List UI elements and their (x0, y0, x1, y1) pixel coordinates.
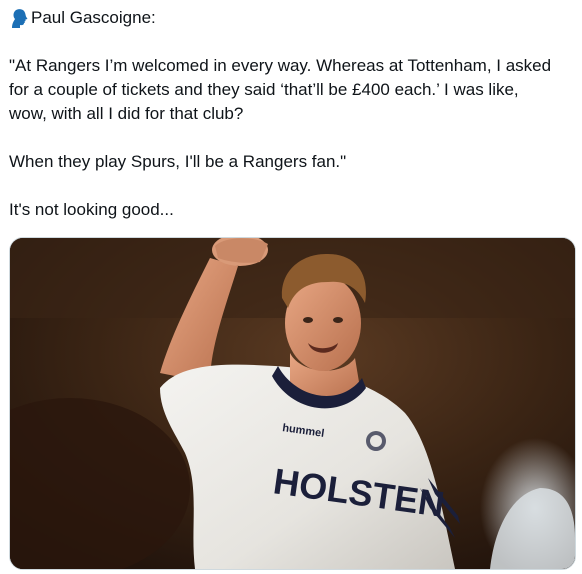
quote-line: wow, with all I did for that club? (9, 104, 244, 123)
quote-ending: When they play Spurs, I'll be a Rangers … (9, 152, 347, 171)
tweet-text: Paul Gascoigne: "At Rangers I’m welcomed… (9, 6, 575, 222)
quote-line: for a couple of tickets and they said ‘t… (9, 80, 519, 99)
speaker-line: Paul Gascoigne: (9, 6, 575, 30)
speaker-name: Paul Gascoigne: (31, 8, 156, 27)
quote-line: "At Rangers I’m welcomed in every way. W… (9, 56, 552, 75)
quote-paragraph: "At Rangers I’m welcomed in every way. W… (9, 54, 575, 126)
player-photo: hummel HOLSTEN (10, 238, 575, 569)
attached-photo[interactable]: hummel HOLSTEN (9, 237, 576, 570)
comment-text: It's not looking good... (9, 200, 174, 219)
speaking-head-icon (9, 7, 30, 29)
